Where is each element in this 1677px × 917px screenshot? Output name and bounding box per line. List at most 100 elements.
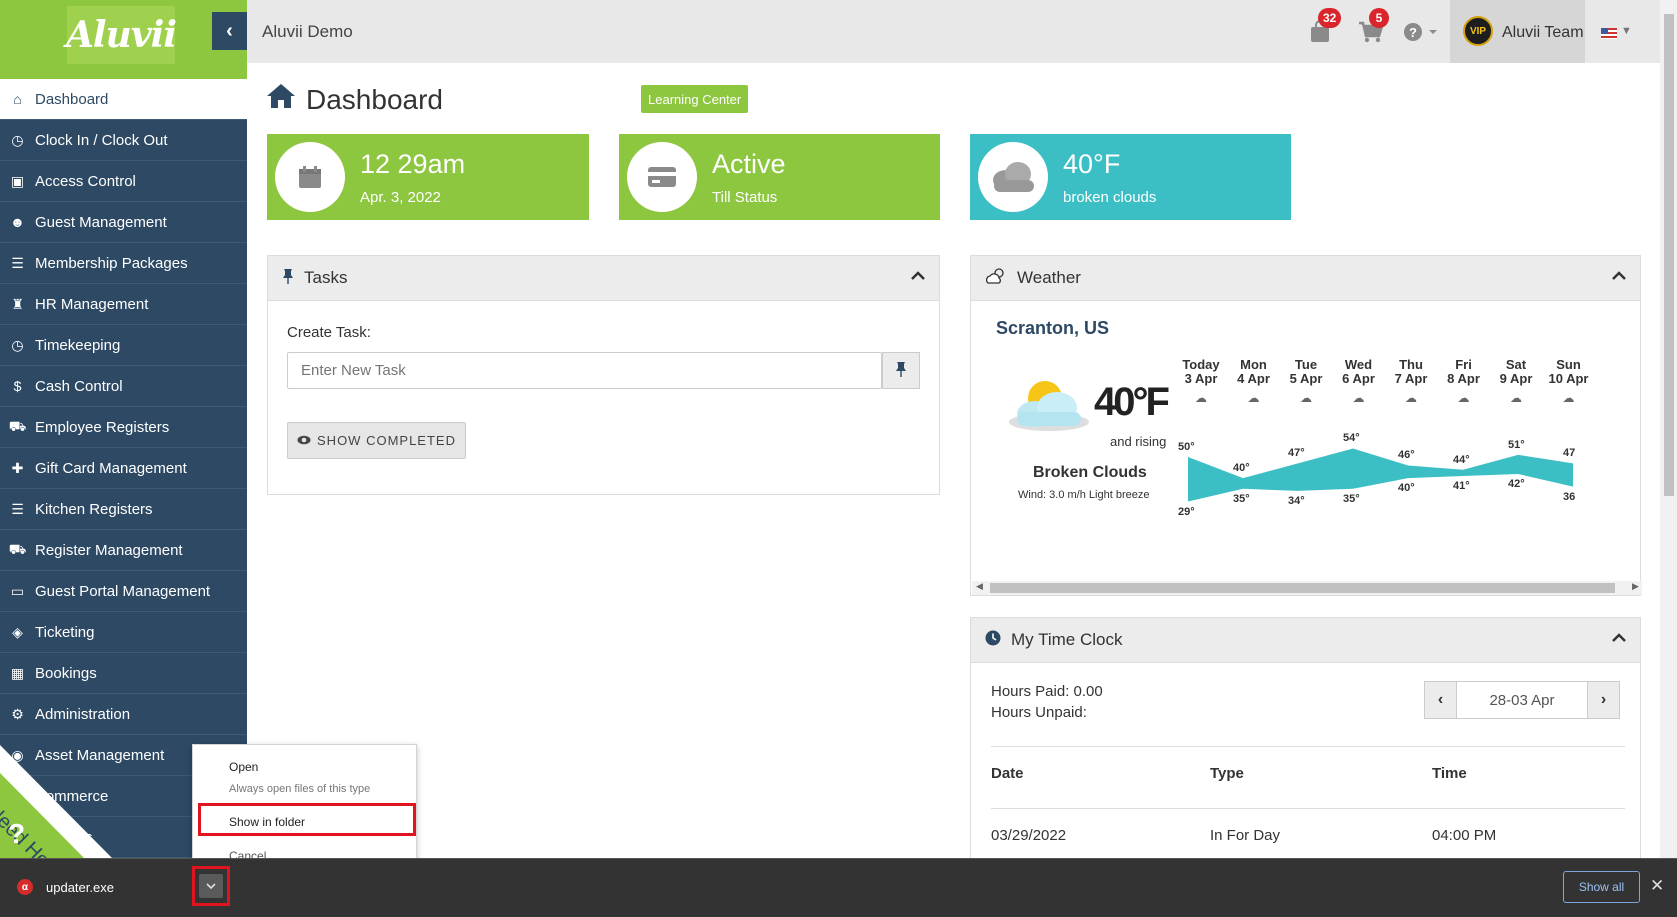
sidebar-item-administration[interactable]: ⚙ Administration: [0, 694, 247, 735]
forecast-day: Sun 10 Apr ☁: [1543, 357, 1595, 406]
sidebar-item-label: Ticketing: [35, 623, 95, 641]
weather-wind: Wind: 3.0 m/h Light breeze: [1018, 489, 1150, 501]
hours-unpaid: Hours Unpaid:: [991, 704, 1087, 721]
chevron-up-icon[interactable]: [911, 268, 925, 286]
weather-scrollbar-thumb[interactable]: [990, 583, 1615, 593]
sidebar-nav: ⌂ Dashboard ◷ Clock In / Clock Out ▣ Access…: [0, 79, 247, 858]
forecast-day-name: Fri: [1455, 357, 1472, 372]
sidebar-item-cash-control[interactable]: $ Cash Control: [0, 366, 247, 407]
sidebar-item-clock-in[interactable]: ◷ Clock In / Clock Out: [0, 120, 247, 161]
new-task-input[interactable]: [287, 352, 882, 389]
chevron-up-icon[interactable]: [1612, 268, 1626, 286]
rain-cloud-icon: ☁: [1300, 391, 1312, 405]
scroll-left-icon[interactable]: ◀: [976, 581, 983, 592]
calendar-icon: [275, 142, 345, 212]
weather-horizontal-scrollbar[interactable]: ◀ ▶: [972, 581, 1642, 595]
create-task-label: Create Task:: [287, 324, 371, 341]
sidebar-item-dashboard[interactable]: ⌂ Dashboard: [0, 79, 247, 120]
clock-icon: [985, 630, 1001, 650]
user-menu[interactable]: VIP Aluvii Team: [1450, 0, 1585, 63]
page-scrollbar-thumb[interactable]: [1664, 14, 1674, 496]
cart-plus-icon: ⛟: [8, 540, 27, 557]
logo-text: Aluvii: [65, 14, 177, 56]
sidebar-item-label: Guest Portal Management: [35, 582, 211, 600]
pin-icon: [895, 361, 907, 381]
forecast-day-date: 9 Apr: [1499, 371, 1533, 386]
sidebar-item-access-control[interactable]: ▣ Access Control: [0, 161, 247, 202]
sidebar-item-label: Employee Registers: [35, 418, 170, 436]
lock-icon: ▣: [10, 172, 25, 189]
time-card: 12 29am Apr. 3, 2022: [267, 134, 589, 220]
show-completed-label: SHOW COMPLETED: [317, 433, 456, 448]
sidebar-item-gift-card-management[interactable]: ✚ Gift Card Management: [0, 448, 247, 489]
show-completed-button[interactable]: SHOW COMPLETED: [287, 422, 466, 459]
logo[interactable]: Aluvii: [65, 6, 177, 64]
till-status-label: Till Status: [712, 189, 778, 206]
file-type-icon: α: [17, 879, 33, 895]
weather-city: Scranton, US: [996, 318, 1110, 338]
pin-icon: [282, 268, 294, 288]
scroll-right-icon[interactable]: ▶: [1632, 581, 1639, 592]
sidebar-item-register-management[interactable]: ⛟ Register Management: [0, 530, 247, 571]
help-icon[interactable]: ?: [1404, 22, 1440, 48]
forecast-day-date: 8 Apr: [1447, 371, 1480, 386]
chevron-down-icon[interactable]: ▼: [1621, 25, 1632, 37]
previous-week-button[interactable]: ‹: [1424, 681, 1457, 719]
user-name: Aluvii Team: [1502, 24, 1584, 41]
page-title-text: Dashboard: [306, 84, 443, 115]
show-all-button[interactable]: Show all: [1563, 871, 1640, 903]
credit-card-icon: [627, 142, 697, 212]
tasks-panel-header[interactable]: Tasks: [268, 256, 939, 301]
menu-item-open[interactable]: Open: [229, 760, 258, 774]
notifications-badge: 32: [1318, 8, 1342, 28]
forecast-high: 40°: [1233, 462, 1250, 475]
chevron-up-icon[interactable]: [1612, 630, 1626, 648]
us-flag-icon[interactable]: [1601, 28, 1617, 39]
forecast-high: 54°: [1343, 432, 1360, 445]
logo-bar: Aluvii ‹: [0, 0, 247, 79]
logo-notch: [110, 64, 130, 73]
clock-icon: ◷: [11, 131, 24, 148]
collapse-sidebar-button[interactable]: ‹: [212, 12, 247, 50]
sidebar-item-bookings[interactable]: ▦ Bookings: [0, 653, 247, 694]
next-week-button[interactable]: ›: [1587, 681, 1620, 719]
time-clock-panel-header[interactable]: My Time Clock: [971, 618, 1640, 663]
sidebar-item-hr-management[interactable]: ♜ HR Management: [0, 284, 247, 325]
weather-panel-header[interactable]: Weather: [971, 256, 1640, 301]
download-file-name[interactable]: updater.exe: [46, 880, 114, 895]
sidebar-item-membership-packages[interactable]: ☰ Membership Packages: [0, 243, 247, 284]
forecast-day-name: Sun: [1556, 357, 1581, 372]
partly-cloudy-icon: [985, 267, 1007, 289]
sidebar-item-guest-management[interactable]: ☻ Guest Management: [0, 202, 247, 243]
sidebar-item-employee-registers[interactable]: ⛟ Employee Registers: [0, 407, 247, 448]
ticket-icon: ◈: [12, 623, 23, 640]
chevron-down-icon: [199, 874, 223, 898]
weather-trend: and rising: [1110, 434, 1167, 449]
list-icon: ☰: [11, 254, 24, 271]
forecast-day: Sat 9 Apr ☁: [1490, 358, 1542, 406]
weather-description: Broken Clouds: [1033, 464, 1147, 481]
add-task-button[interactable]: [882, 352, 920, 389]
sidebar-item-label: Clock In / Clock Out: [35, 131, 168, 149]
sidebar-item-guest-portal-management[interactable]: ▭ Guest Portal Management: [0, 571, 247, 612]
sidebar-item-timekeeping[interactable]: ◷ Timekeeping: [0, 325, 247, 366]
forecast-high: 46°: [1398, 449, 1415, 462]
weather-title: Weather: [1017, 268, 1081, 287]
calendar-plus-icon: ▦: [10, 664, 25, 681]
close-icon[interactable]: ✕: [1650, 876, 1664, 896]
hours-paid: Hours Paid: 0.00: [991, 683, 1103, 700]
menu-item-always-open[interactable]: Always open files of this type: [229, 783, 370, 795]
sidebar-item-label: HR Management: [35, 295, 149, 313]
downloads-bar: α updater.exe Show all ✕: [0, 858, 1677, 917]
forecast-high: 47°: [1288, 447, 1305, 460]
learning-center-button[interactable]: Learning Center: [641, 85, 749, 113]
download-options-button[interactable]: [192, 866, 230, 906]
page-scrollbar[interactable]: [1660, 0, 1677, 858]
current-date: Apr. 3, 2022: [360, 189, 441, 206]
highlight-box: [198, 803, 416, 836]
sidebar-item-kitchen-registers[interactable]: ☰ Kitchen Registers: [0, 489, 247, 530]
sidebar-item-ticketing[interactable]: ◈ Ticketing: [0, 612, 247, 653]
sidebar-item-label: Gift Card Management: [35, 459, 187, 477]
date-range-display[interactable]: 28-03 Apr: [1457, 681, 1587, 719]
dollar-icon: $: [13, 378, 22, 394]
